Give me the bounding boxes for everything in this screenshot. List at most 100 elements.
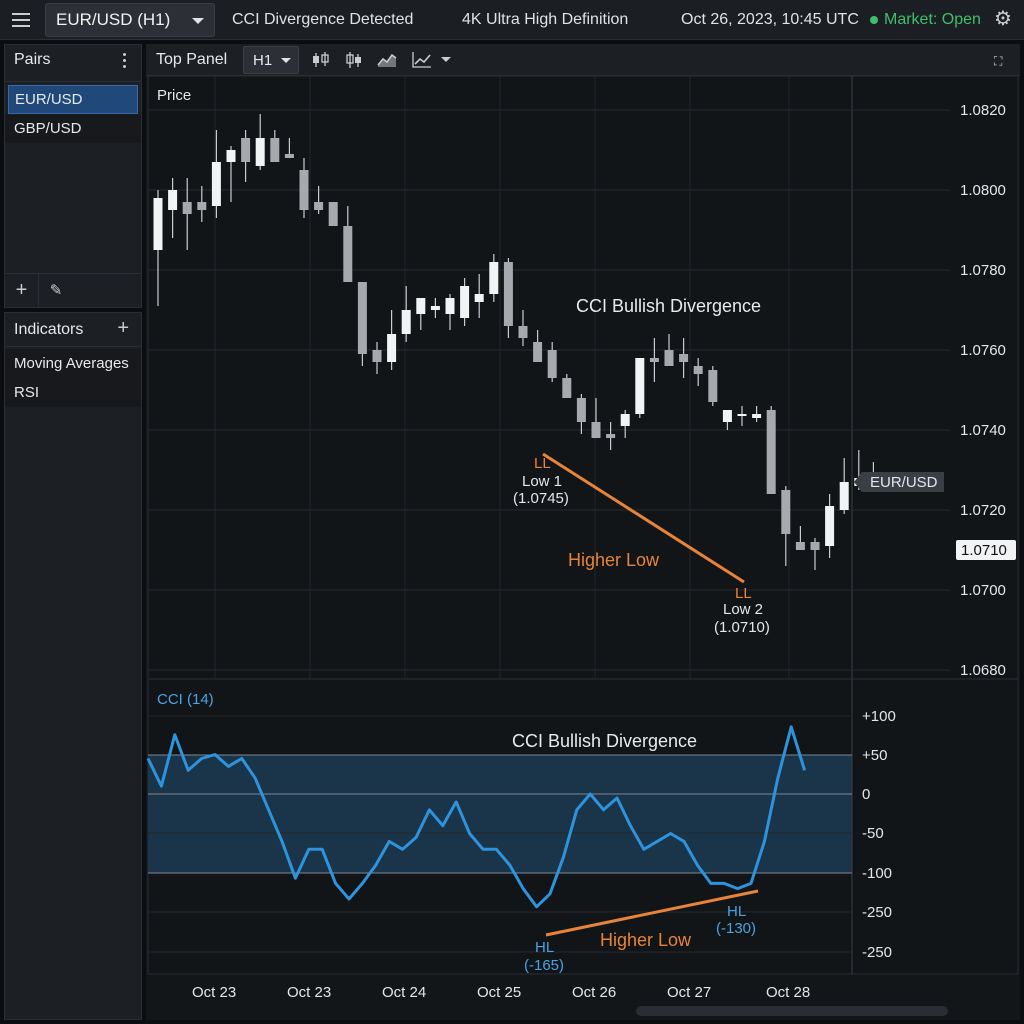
horizontal-scrollbar [636, 1006, 948, 1016]
candle-body [197, 202, 207, 210]
chevron-down-icon[interactable] [441, 57, 451, 62]
candle-body [416, 298, 426, 314]
area-chart-icon[interactable] [376, 50, 398, 70]
x-tick-label: Oct 26 [572, 984, 616, 1001]
candle-body [430, 306, 440, 310]
candles-icon[interactable] [310, 50, 332, 70]
indicator-label: RSI [14, 384, 40, 401]
chart-toolbar: Top Panel H1 ⛶ [146, 44, 1020, 76]
cci-tick-label: +100 [862, 708, 896, 725]
low1-tag: LL [534, 455, 551, 472]
candle-body [314, 202, 324, 210]
pencil-icon[interactable]: ✎ [39, 274, 73, 308]
candle-body [795, 542, 805, 550]
pairs-footer: + ✎ [5, 273, 141, 308]
candle-body [211, 162, 221, 206]
candle-body [270, 138, 280, 162]
price-tick-label: 1.0800 [960, 182, 1006, 199]
candle-body [781, 490, 791, 534]
x-tick-label: Oct 24 [382, 984, 426, 1001]
market-status: Market: Open [870, 11, 981, 29]
candle-body [372, 350, 382, 362]
cci-divergence-title: CCI Bullish Divergence [512, 731, 697, 751]
candle-body [343, 226, 353, 282]
cci-tick-label: -250 [862, 944, 892, 961]
price-panel-bg [147, 75, 1019, 680]
indicators-panel: Indicators + Moving Averages RSI [4, 312, 142, 1020]
low1-label: Low 1 [522, 473, 562, 490]
add-icon[interactable]: + [5, 274, 39, 308]
kebab-menu-icon[interactable] [123, 53, 127, 68]
candle-body [503, 262, 513, 326]
candle-body [810, 542, 820, 550]
line-chart-icon[interactable] [411, 50, 433, 70]
candle-body [299, 170, 309, 210]
candle-body [518, 326, 528, 338]
low1-value: (1.0745) [513, 490, 569, 507]
cci-tick-label: 0 [862, 786, 870, 803]
indicators-title: Indicators [14, 320, 84, 338]
symbol-label: EUR/USD (H1) [56, 10, 171, 29]
panel-label: Top Panel [156, 51, 228, 68]
add-indicator-icon[interactable]: + [117, 317, 129, 340]
price-tick-label: 1.0780 [960, 262, 1006, 279]
candle-body [328, 202, 338, 226]
chevron-down-icon [192, 18, 204, 24]
candle-body [241, 138, 251, 162]
timeframe-selector[interactable]: H1 [243, 46, 299, 74]
candle-body [722, 410, 732, 422]
candle-body [445, 298, 455, 314]
candle-body [489, 262, 499, 294]
candle-body [284, 154, 294, 158]
symbol-selector[interactable]: EUR/USD (H1) [45, 3, 215, 37]
indicator-item-moving-averages[interactable]: Moving Averages [5, 349, 141, 378]
candle-body [839, 482, 849, 510]
symbol-tag-label: EUR/USD [870, 474, 938, 491]
x-tick-label: Oct 28 [766, 984, 810, 1001]
resolution-text: 4K Ultra High Definition [462, 11, 629, 28]
hl1-tag: HL [535, 939, 554, 956]
timeframe-label: H1 [253, 52, 273, 69]
candle-body [635, 358, 645, 414]
price-tick-label: 1.0720 [960, 502, 1006, 519]
x-tick-label: Oct 23 [192, 984, 236, 1001]
low2-tag: LL [735, 585, 752, 602]
indicator-item-rsi[interactable]: RSI [5, 378, 141, 407]
candle-body [153, 198, 163, 250]
candle-body [547, 350, 557, 378]
candle-body [255, 138, 265, 166]
candle-body [664, 350, 674, 366]
hamburger-menu-icon[interactable] [0, 0, 42, 40]
cci-panel-label: CCI (14) [157, 691, 214, 708]
candle-body [591, 422, 601, 438]
top-bar: EUR/USD (H1) CCI Divergence Detected 4K … [0, 0, 1024, 40]
chevron-down-icon [281, 58, 291, 63]
hollow-candles-icon[interactable] [343, 50, 365, 70]
expand-icon[interactable]: ⛶ [994, 54, 1008, 68]
x-tick-label: Oct 27 [667, 984, 711, 1001]
gear-icon[interactable]: ⚙ [992, 8, 1014, 30]
pair-item-eurusd[interactable]: EUR/USD [8, 85, 138, 114]
indicators-header: Indicators + [5, 313, 141, 347]
hl2-value: (-130) [716, 920, 756, 937]
market-status-label: Market: Open [884, 11, 981, 28]
candle-body [766, 410, 776, 494]
low2-value: (1.0710) [714, 619, 770, 636]
candle-body [226, 150, 236, 162]
candle-body [606, 434, 616, 438]
hl1-value: (-165) [524, 957, 564, 974]
x-tick-label: Oct 23 [287, 984, 331, 1001]
candle-body [752, 414, 762, 418]
candle-body [533, 342, 543, 362]
current-price-label: 1.0710 [961, 542, 1007, 559]
indicator-label: Moving Averages [14, 355, 129, 372]
pair-item-gbpusd[interactable]: GBP/USD [5, 114, 141, 143]
chart-canvas[interactable]: 1.0820 1.0800 1.0780 1.0760 1.0740 1.0720 1.07… [146, 75, 1020, 1020]
price-panel-label: Price [157, 87, 191, 104]
datetime-text: Oct 26, 2023, 10:45 UTC [681, 11, 859, 28]
candle-body [357, 282, 367, 354]
chart-area: 1.0820 1.0800 1.0780 1.0760 1.0740 1.0720 1.07… [146, 75, 1020, 1020]
pairs-title: Pairs [14, 51, 51, 68]
candle-body [737, 414, 747, 416]
candle-body [401, 310, 411, 334]
